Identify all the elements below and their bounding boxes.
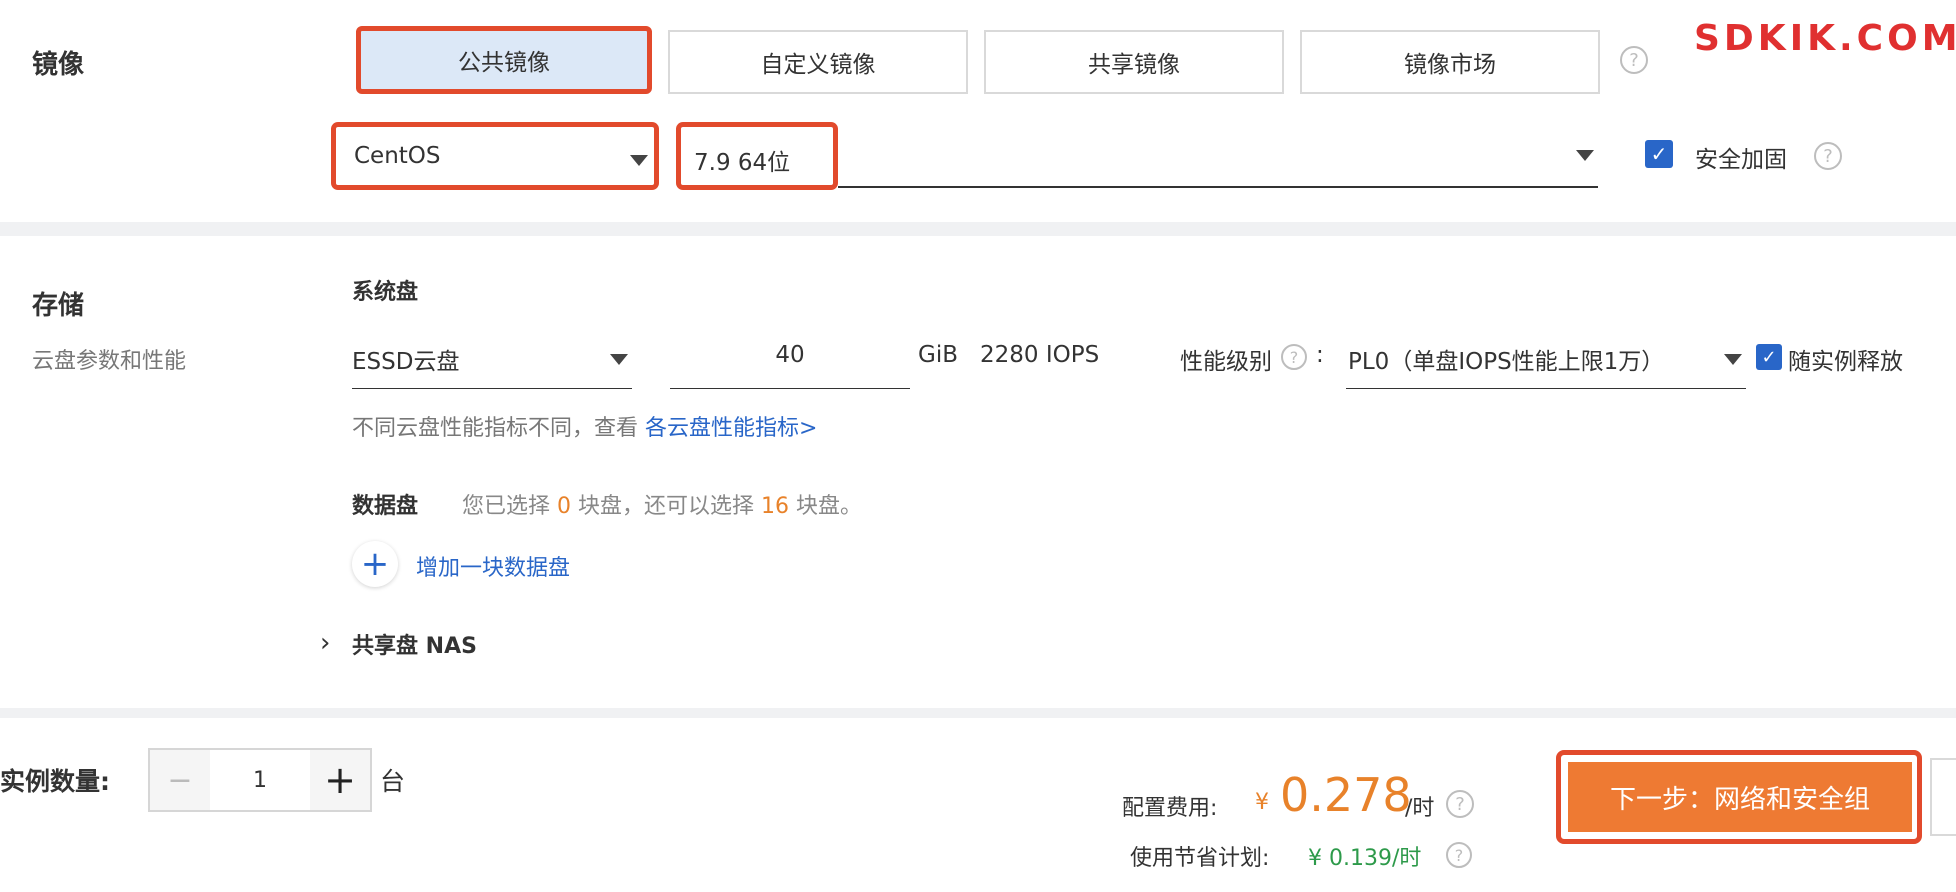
footer-divider xyxy=(0,708,1956,718)
plus-icon[interactable]: + xyxy=(310,750,370,810)
data-disk-status: 您已选择 0 块盘，还可以选择 16 块盘。 xyxy=(462,488,862,520)
system-disk-type-select[interactable]: ESSD云盘 xyxy=(352,336,632,392)
performance-level-value: PL0（单盘IOPS性能上限1万） xyxy=(1348,349,1665,375)
config-fee-label: 配置费用: xyxy=(1122,796,1218,821)
security-hardening-checkbox[interactable]: ✓ xyxy=(1645,140,1673,168)
version-select-underline xyxy=(838,186,1598,188)
system-disk-hint-text: 不同云盘性能指标不同，查看 xyxy=(352,416,639,441)
system-disk-unit: GiB xyxy=(918,342,958,368)
version-select-value: 7.9 64位 xyxy=(694,150,791,176)
add-data-disk-plus-icon[interactable]: + xyxy=(352,541,398,587)
system-disk-hint: 不同云盘性能指标不同，查看 各云盘性能指标> xyxy=(352,410,817,442)
storage-section-label: 存储 xyxy=(32,291,85,321)
storage-section-sublabel: 云盘参数和性能 xyxy=(32,349,187,374)
data-disk-title: 数据盘 xyxy=(352,494,419,519)
performance-level-colon: : xyxy=(1316,342,1324,368)
secondary-button-edge[interactable] xyxy=(1930,758,1956,836)
caret-down-icon xyxy=(610,354,628,365)
tab-custom-image[interactable]: 自定义镜像 xyxy=(668,30,968,94)
system-disk-size-input[interactable]: 40 xyxy=(670,336,910,392)
performance-level-label: 性能级别 xyxy=(1180,349,1272,375)
release-with-instance-checkbox[interactable]: ✓ xyxy=(1756,344,1782,370)
instance-quantity-stepper[interactable]: − 1 + xyxy=(148,748,372,812)
data-disk-status-text: 您已选择 xyxy=(462,494,551,519)
add-data-disk-button[interactable]: 增加一块数据盘 xyxy=(416,550,570,582)
data-disk-status-text: 块盘。 xyxy=(796,494,863,519)
savings-plan-label: 使用节省计划: xyxy=(1130,846,1270,871)
data-disk-remaining-count: 16 xyxy=(761,494,790,519)
data-disk-status-text: 块盘，还可以选择 xyxy=(578,494,755,519)
data-disk-selected-count: 0 xyxy=(557,494,572,519)
security-help-icon[interactable]: ? xyxy=(1814,142,1842,170)
os-select[interactable]: CentOS xyxy=(331,122,659,190)
system-disk-title: 系统盘 xyxy=(352,280,419,305)
config-fee-unit: /时 xyxy=(1405,796,1435,821)
price-currency: ¥ xyxy=(1255,790,1269,815)
caret-down-icon[interactable] xyxy=(1576,150,1594,161)
tab-public-image[interactable]: 公共镜像 xyxy=(356,26,652,94)
performance-help-icon[interactable]: ? xyxy=(1281,344,1307,370)
system-disk-size-value: 40 xyxy=(775,342,805,368)
image-help-icon[interactable]: ? xyxy=(1620,46,1648,74)
next-network-security-button[interactable]: 下一步：网络和安全组 xyxy=(1568,762,1912,832)
security-hardening-label: 安全加固 xyxy=(1695,147,1787,173)
fee-help-icon[interactable]: ? xyxy=(1446,790,1474,818)
savings-plan-value: ¥ 0.139/时 xyxy=(1308,846,1422,871)
config-fee-price: 0.278 xyxy=(1280,768,1412,822)
chevron-right-icon[interactable]: › xyxy=(320,628,330,658)
instance-quantity-value[interactable]: 1 xyxy=(210,750,310,810)
tab-image-market[interactable]: 镜像市场 xyxy=(1300,30,1600,94)
minus-icon[interactable]: − xyxy=(150,750,210,810)
system-disk-type-value: ESSD云盘 xyxy=(352,349,460,375)
corner-watermark: SDKIK.COM xyxy=(1694,18,1956,59)
caret-down-icon xyxy=(1724,354,1742,365)
instance-quantity-label: 实例数量: xyxy=(0,767,110,796)
version-select[interactable]: 7.9 64位 xyxy=(676,122,838,190)
shared-disk-nas-toggle[interactable]: 共享盘 NAS xyxy=(352,628,477,660)
section-divider xyxy=(0,222,1956,236)
system-disk-iops: 2280 IOPS xyxy=(980,342,1100,368)
image-section-label: 镜像 xyxy=(32,50,85,80)
savings-help-icon[interactable]: ? xyxy=(1446,842,1472,868)
caret-down-icon xyxy=(630,155,648,166)
release-with-instance-label: 随实例释放 xyxy=(1788,349,1903,375)
performance-level-select[interactable]: PL0（单盘IOPS性能上限1万） xyxy=(1346,336,1746,392)
instance-quantity-unit: 台 xyxy=(380,767,406,796)
disk-performance-link[interactable]: 各云盘性能指标> xyxy=(645,416,817,441)
tab-shared-image[interactable]: 共享镜像 xyxy=(984,30,1284,94)
os-select-value: CentOS xyxy=(354,143,441,169)
